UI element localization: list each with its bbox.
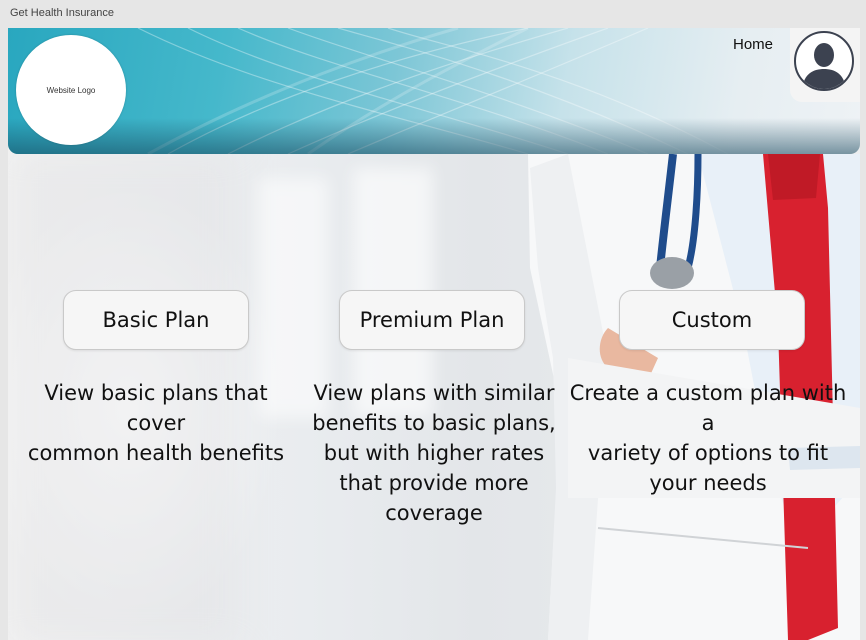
- window-title: Get Health Insurance: [10, 7, 114, 19]
- logo-text: Website Logo: [46, 85, 96, 95]
- premium-plan-button[interactable]: Premium Plan: [339, 290, 525, 350]
- profile-button[interactable]: [790, 28, 860, 102]
- page-frame: Website Logo Home Basic Plan Premium Pla…: [8, 28, 860, 640]
- custom-plan-button[interactable]: Custom: [619, 290, 805, 350]
- user-silhouette-icon: [794, 31, 854, 91]
- window-titlebar: Get Health Insurance: [0, 0, 866, 28]
- website-logo[interactable]: Website Logo: [16, 35, 126, 145]
- site-header: Website Logo Home: [8, 28, 860, 154]
- basic-plan-button[interactable]: Basic Plan: [63, 290, 249, 350]
- custom-plan-description: Create a custom plan with a variety of o…: [569, 381, 847, 495]
- basic-plan-description: View basic plans that cover common healt…: [27, 381, 285, 465]
- nav-home-link[interactable]: Home: [733, 36, 773, 53]
- premium-plan-description: View plans with similar benefits to basi…: [312, 381, 556, 525]
